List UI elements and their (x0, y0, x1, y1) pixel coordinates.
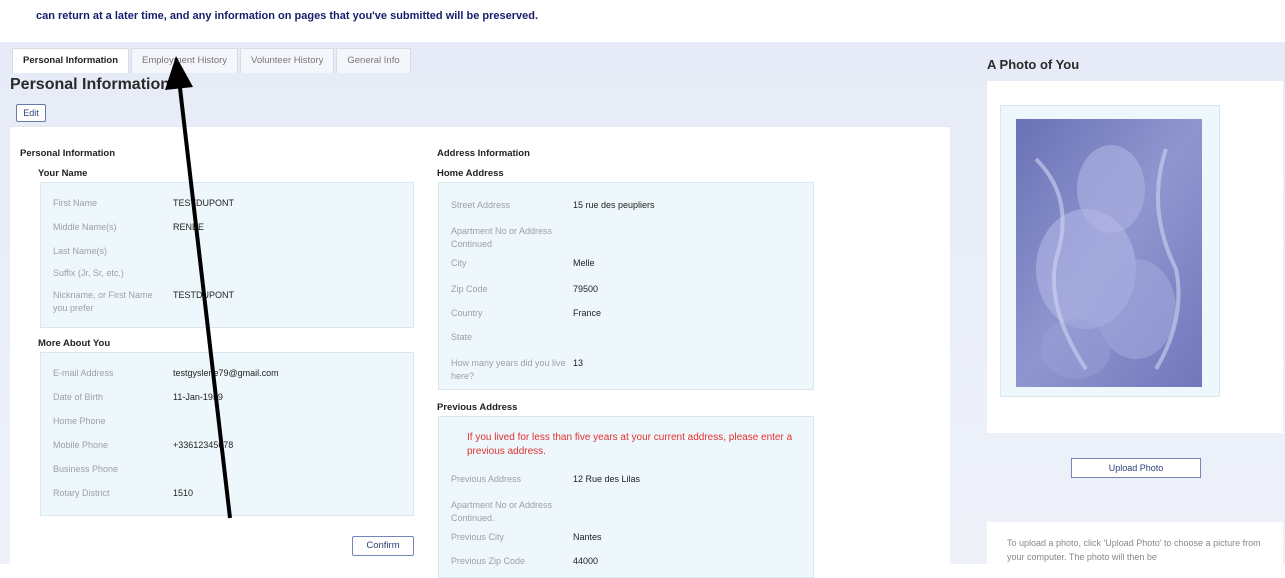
annotation-arrow (165, 56, 232, 519)
